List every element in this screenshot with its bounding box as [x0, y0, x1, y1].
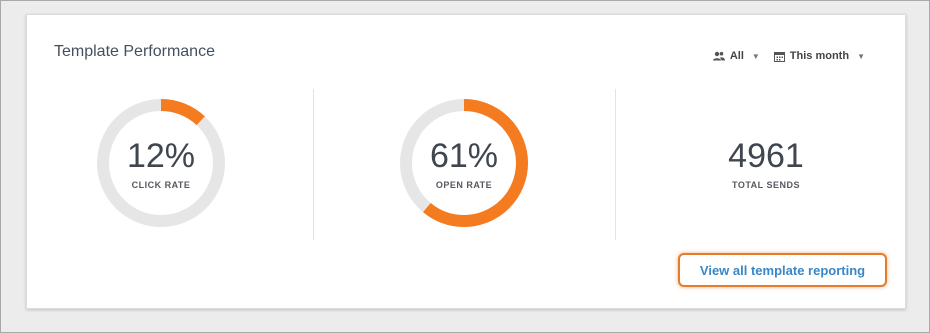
open-rate-value: 61%	[429, 137, 499, 175]
click-rate-value: 12%	[126, 137, 196, 175]
open-rate-label: OPEN RATE	[435, 180, 493, 190]
audience-filter[interactable]: All ▼	[712, 50, 760, 62]
click-rate-metric: 12% CLICK RATE	[81, 98, 241, 228]
chevron-down-icon: ▼	[857, 51, 865, 61]
divider	[313, 89, 314, 240]
template-performance-card: Template Performance All ▼ This month ▼ …	[26, 14, 906, 309]
view-all-template-reporting-link[interactable]: View all template reporting	[678, 253, 887, 287]
users-icon	[712, 51, 725, 61]
chevron-down-icon: ▼	[751, 51, 760, 61]
open-rate-metric: 61% OPEN RATE	[384, 98, 544, 228]
audience-filter-label: All	[729, 50, 744, 62]
card-title: Template Performance	[54, 43, 215, 60]
date-range-filter-label: This month	[789, 50, 850, 62]
divider	[615, 89, 616, 240]
calendar-icon	[773, 51, 785, 62]
total-sends-metric: 4961 TOTAL SENDS	[686, 98, 846, 228]
total-sends-label: TOTAL SENDS	[731, 180, 800, 190]
total-sends-value: 4961	[728, 137, 804, 175]
click-rate-label: CLICK RATE	[131, 180, 191, 190]
date-range-filter[interactable]: This month ▼	[773, 50, 865, 62]
filter-bar: All ▼ This month ▼	[712, 50, 865, 62]
